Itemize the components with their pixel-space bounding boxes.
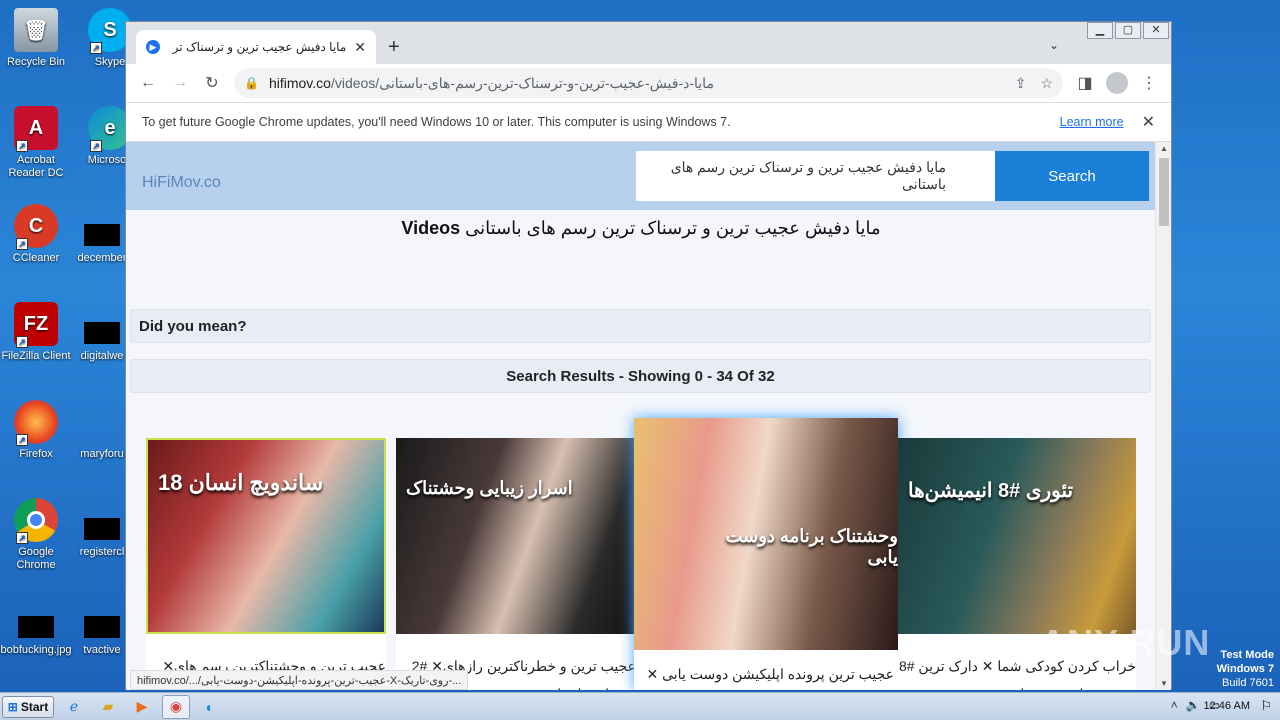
- site-favicon-icon: ▶: [146, 40, 160, 54]
- desktop-icon-recycle-bin[interactable]: 🗑 Recycle Bin: [0, 8, 72, 69]
- media-player-taskbar-icon[interactable]: ▶: [128, 695, 156, 719]
- edge-taskbar-icon[interactable]: ◐: [196, 695, 224, 719]
- file-icon: [84, 616, 120, 638]
- taskbar: ⊞ Start ℯ ▰ ▶ ◉ ◐ ˄ 🔈 ▭ 12:46 AM ⚐: [0, 692, 1280, 720]
- video-card[interactable]: وحشتناک برنامه دوست یابی عجیب ترین پروند…: [634, 418, 898, 690]
- desktop-icon-filezilla[interactable]: FZ ↗ FileZilla Client: [0, 302, 72, 363]
- browser-tab[interactable]: ▶ مایا دفیش عجیب ترین و ترسناک ترین ✕: [136, 30, 376, 64]
- video-thumbnail[interactable]: تئوری #8 انیمیشن‌ها: [898, 438, 1136, 634]
- search-input[interactable]: مایا دفیش عجیب ترین و ترسناک ترین رسم ها…: [636, 151, 996, 201]
- url-path: /videos/مایا-د-فیش-عجیب-ترین-و-ترسناک-تر…: [330, 74, 714, 91]
- image-file-icon: [18, 616, 54, 638]
- test-mode-notice: Test Mode Windows 7 Build 7601: [1217, 648, 1274, 690]
- file-icon: [84, 518, 120, 540]
- address-bar[interactable]: 🔒 hifimov.co/videos/مایا-د-فیش-عجیب-ترین…: [234, 68, 1063, 98]
- anyrun-watermark: ANY RUN: [1040, 622, 1211, 663]
- video-card[interactable]: ساندویچ انسان 18 عجیب ترین و وحشتناکترین…: [146, 438, 386, 690]
- link-status-bar: hifimov.co/.../عجیب-ترین-پرونده-اپلیکیشن…: [130, 670, 469, 690]
- thumbnail-caption: وحشتناک برنامه دوست یابی: [725, 526, 898, 567]
- page-title: Videos مایا دفیش عجیب ترین و ترسناک ترین…: [126, 218, 1156, 239]
- acrobat-icon: A ↗: [14, 106, 58, 152]
- scroll-up-icon[interactable]: ▲: [1156, 144, 1172, 153]
- site-logo[interactable]: HiFiMov.co: [142, 174, 221, 192]
- bookmark-star-icon[interactable]: ☆: [1040, 75, 1053, 92]
- explorer-taskbar-icon[interactable]: ▰: [94, 695, 122, 719]
- scrollbar-thumb[interactable]: [1159, 158, 1169, 226]
- avatar: [1106, 72, 1128, 94]
- tab-search-chevron-icon[interactable]: ⌄: [1049, 38, 1059, 52]
- start-button[interactable]: ⊞ Start: [2, 695, 54, 718]
- update-infobar: To get future Google Chrome updates, you…: [126, 102, 1171, 142]
- back-button[interactable]: ←: [134, 69, 162, 97]
- infobar-close-icon[interactable]: ✕: [1142, 112, 1155, 132]
- web-page: HiFiMov.co مایا دفیش عجیب ترین و ترسناک …: [126, 142, 1156, 690]
- thumbnail-caption: اسرار زیبایی وحشتناک: [406, 478, 573, 498]
- page-title-bold: Videos: [401, 218, 461, 238]
- tab-close-icon[interactable]: ✕: [354, 39, 366, 56]
- share-icon[interactable]: ⇪: [1015, 75, 1027, 92]
- video-card[interactable]: اسرار زیبایی وحشتناک عجیب ترین و خطرناکت…: [396, 438, 636, 690]
- search-button[interactable]: Search: [995, 151, 1149, 201]
- reload-button[interactable]: ↻: [198, 69, 226, 97]
- action-center-flag-icon[interactable]: ⚐: [1260, 698, 1272, 714]
- infobar-message: To get future Google Chrome updates, you…: [142, 115, 731, 129]
- url-text: hifimov.co/videos/مایا-د-فیش-عجیب-ترین-و…: [269, 75, 1001, 92]
- tab-strip: ▶ مایا دفیش عجیب ترین و ترسناک ترین ✕ + …: [126, 22, 1171, 64]
- lock-icon: 🔒: [244, 76, 259, 90]
- thumbnail-caption: تئوری #8 انیمیشن‌ها: [908, 480, 1074, 502]
- video-thumbnail[interactable]: اسرار زیبایی وحشتناک: [396, 438, 636, 634]
- video-thumbnail[interactable]: ساندویچ انسان 18: [146, 438, 386, 634]
- start-label: Start: [20, 699, 49, 714]
- windows-logo-icon: ⊞: [7, 699, 18, 714]
- desktop-icon-firefox[interactable]: ↗ Firefox: [0, 400, 72, 461]
- chrome-taskbar-icon[interactable]: ◉: [162, 694, 190, 719]
- chrome-icon: ↗: [14, 498, 58, 544]
- desktop-icon-chrome[interactable]: ↗ Google Chrome: [0, 498, 72, 572]
- learn-more-link[interactable]: Learn more: [1060, 115, 1124, 129]
- file-icon: [84, 224, 120, 246]
- desktop-icon-ccleaner[interactable]: C ↗ CCleaner: [0, 204, 72, 265]
- ccleaner-icon: C ↗: [14, 204, 58, 250]
- file-icon: [84, 322, 120, 344]
- forward-button[interactable]: →: [166, 69, 194, 97]
- tab-title: مایا دفیش عجیب ترین و ترسناک ترین: [172, 40, 347, 54]
- did-you-mean-panel: Did you mean?: [130, 309, 1151, 343]
- video-thumbnail[interactable]: وحشتناک برنامه دوست یابی: [634, 418, 898, 650]
- filezilla-icon: FZ ↗: [14, 302, 58, 348]
- page-scrollbar[interactable]: ▲ ▼: [1155, 142, 1171, 690]
- scroll-down-icon[interactable]: ▼: [1156, 679, 1172, 688]
- browser-toolbar: ← → ↻ 🔒 hifimov.co/videos/مایا-د-فیش-عجی…: [126, 64, 1171, 102]
- thumbnail-caption: ساندویچ انسان 18: [158, 470, 324, 495]
- menu-kebab-icon[interactable]: ⋮: [1135, 69, 1163, 97]
- desktop-icon-bobfucking[interactable]: bobfucking.jpg: [0, 606, 72, 657]
- firefox-icon: ↗: [14, 400, 58, 446]
- ie-taskbar-icon[interactable]: ℯ: [60, 695, 88, 719]
- side-panel-icon[interactable]: ◨: [1071, 69, 1099, 97]
- windows-version-line: Windows 7: [1216, 663, 1274, 675]
- recycle-bin-icon: 🗑: [14, 8, 58, 52]
- results-count-panel: Search Results - Showing 0 - 34 Of 32: [130, 359, 1151, 393]
- url-domain: hifimov.co: [268, 74, 331, 91]
- page-title-text: مایا دفیش عجیب ترین و ترسناک ترین رسم ها…: [465, 218, 881, 238]
- site-header: HiFiMov.co مایا دفیش عجیب ترین و ترسناک …: [126, 142, 1156, 210]
- volume-icon[interactable]: 🔈: [1186, 698, 1201, 712]
- desktop-icon-acrobat[interactable]: A ↗ Acrobat Reader DC: [0, 106, 72, 180]
- clock[interactable]: 12:46 AM: [1204, 700, 1250, 712]
- video-title[interactable]: عجیب ترین پرونده اپلیکیشن دوست یابی ✕ ✕ …: [638, 660, 894, 690]
- new-tab-button[interactable]: +: [388, 36, 400, 59]
- file-icon: [84, 420, 120, 442]
- tray-expand-icon[interactable]: ˄: [1171, 698, 1178, 712]
- profile-button[interactable]: [1103, 69, 1131, 97]
- build-line: Build 7601: [1222, 677, 1274, 689]
- test-mode-line: Test Mode: [1220, 649, 1274, 661]
- chrome-window: ▁ ▢ ✕ ▶ مایا دفیش عجیب ترین و ترسناک تری…: [125, 21, 1172, 690]
